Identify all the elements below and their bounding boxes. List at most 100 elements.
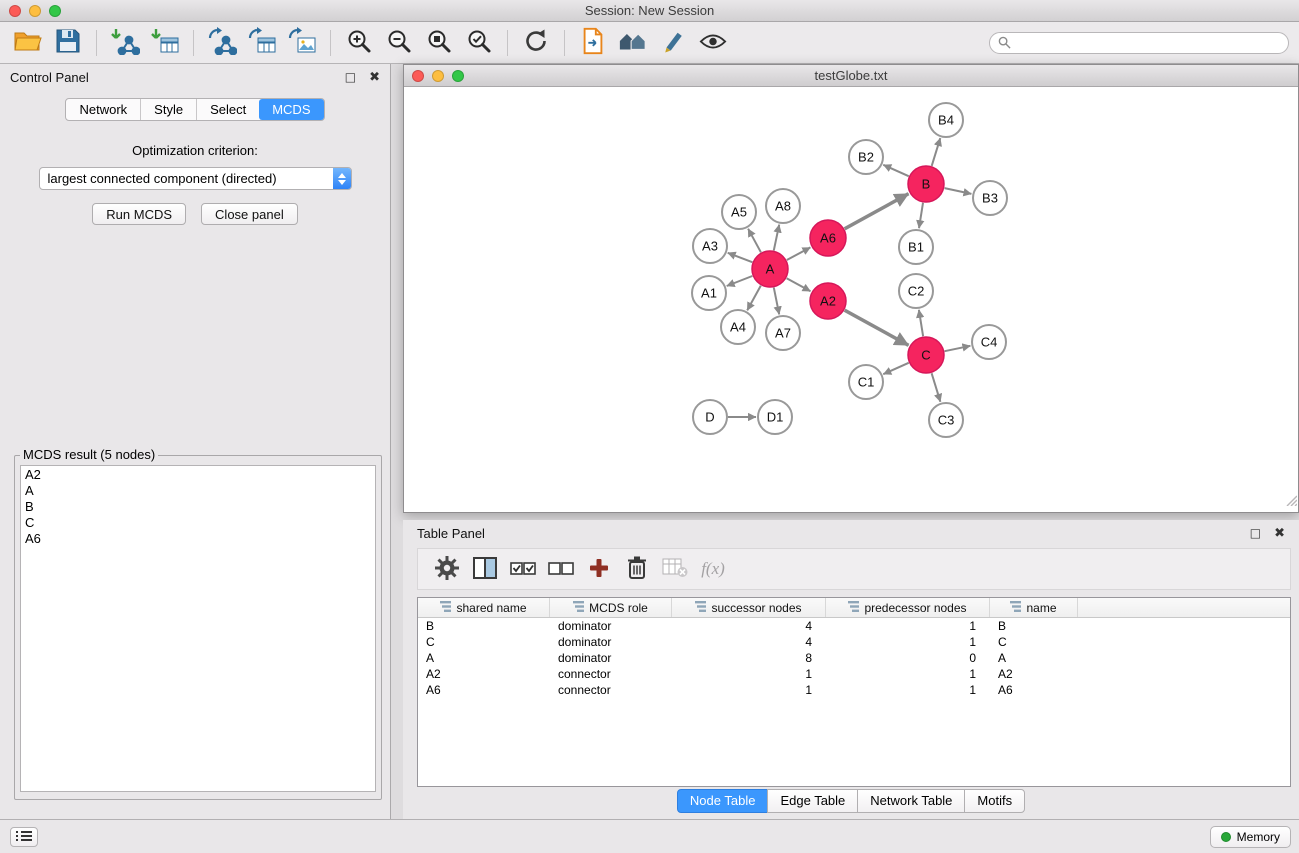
network-canvas[interactable]: B4B2BB3A5A8A6B1A3AC2A1A2A4A7C4CC1C3DD1: [404, 87, 1298, 512]
window-titlebar[interactable]: Session: New Session: [0, 0, 1299, 22]
save-session-button[interactable]: [48, 25, 88, 61]
close-window-button[interactable]: [9, 5, 21, 17]
open-session-button[interactable]: [8, 25, 48, 61]
export-image-button[interactable]: [282, 25, 322, 61]
table-row[interactable]: Bdominator41B: [418, 618, 1290, 634]
graph-edge-B-B1[interactable]: [919, 203, 923, 228]
table-row[interactable]: Adominator80A: [418, 650, 1290, 666]
table-cell: A: [990, 651, 1078, 665]
export-network-button[interactable]: [202, 25, 242, 61]
network-window-titlebar[interactable]: testGlobe.txt: [404, 65, 1298, 87]
table-cell: connector: [550, 667, 672, 681]
zoom-in-button[interactable]: [339, 25, 379, 61]
memory-button[interactable]: Memory: [1210, 826, 1291, 848]
float-panel-icon[interactable]: □: [1250, 527, 1261, 539]
column-header-successor-nodes[interactable]: successor nodes: [672, 598, 826, 617]
run-mcds-button[interactable]: Run MCDS: [92, 203, 186, 225]
show-panel-button[interactable]: [10, 827, 38, 847]
graph-edge-B-B3[interactable]: [945, 188, 972, 194]
mcds-result-item[interactable]: A2: [25, 467, 371, 483]
tab-network[interactable]: Network: [66, 99, 140, 120]
graph-edge-B-B2[interactable]: [883, 165, 908, 176]
import-network-button[interactable]: [105, 25, 145, 61]
annotation-button[interactable]: [653, 25, 693, 61]
graph-edge-A6-B[interactable]: [845, 194, 909, 229]
network-window[interactable]: testGlobe.txt B4B2BB3A5A8A6B1A3AC2A1A2A4…: [403, 64, 1299, 513]
delete-table-button[interactable]: [656, 552, 694, 586]
select-all-rows-button[interactable]: [504, 552, 542, 586]
tab-network-table[interactable]: Network Table: [857, 789, 965, 813]
graph-edge-A-A3[interactable]: [728, 253, 753, 262]
network-zoom-button[interactable]: [452, 70, 464, 82]
graph-edge-C-C2[interactable]: [919, 310, 923, 336]
toolbar-separator: [564, 30, 565, 56]
graph-edge-C-C3[interactable]: [932, 373, 941, 402]
table-row[interactable]: Cdominator41C: [418, 634, 1290, 650]
graph-edge-A-A7[interactable]: [774, 288, 779, 315]
mcds-result-item[interactable]: C: [25, 515, 371, 531]
tab-select[interactable]: Select: [196, 99, 259, 120]
zoom-selected-button[interactable]: [459, 25, 499, 61]
graph-edge-A-A8[interactable]: [774, 225, 779, 251]
network-traffic-lights: [412, 70, 464, 82]
table-row[interactable]: A2connector11A2: [418, 666, 1290, 682]
table-cell: C: [990, 635, 1078, 649]
home-button[interactable]: [613, 25, 653, 61]
snapshot-button[interactable]: [573, 25, 613, 61]
graph-edge-B-B4[interactable]: [932, 138, 941, 166]
graph-edge-A-A2[interactable]: [787, 278, 811, 291]
graph-edge-A-A1[interactable]: [727, 276, 753, 286]
network-minimize-button[interactable]: [432, 70, 444, 82]
tab-motifs[interactable]: Motifs: [964, 789, 1025, 813]
criterion-dropdown[interactable]: largest connected component (directed): [39, 167, 352, 190]
mcds-result-item[interactable]: A: [25, 483, 371, 499]
search-input[interactable]: [989, 32, 1289, 54]
graph-edge-A-A4[interactable]: [747, 286, 761, 311]
graph-edge-A-A6[interactable]: [787, 247, 811, 260]
column-header-shared-name[interactable]: shared name: [418, 598, 550, 617]
zoom-window-button[interactable]: [49, 5, 61, 17]
column-header-mcds-role[interactable]: MCDS role: [550, 598, 672, 617]
mcds-result-item[interactable]: B: [25, 499, 371, 515]
graph-edge-C-C1[interactable]: [883, 363, 908, 374]
close-panel-button[interactable]: Close panel: [201, 203, 298, 225]
graph-edge-A2-C[interactable]: [845, 310, 909, 345]
node-table[interactable]: shared nameMCDS rolesuccessor nodesprede…: [417, 597, 1291, 787]
table-cell: A: [418, 651, 550, 665]
deselect-all-rows-button[interactable]: [542, 552, 580, 586]
graph-edge-A-A5[interactable]: [748, 229, 761, 253]
float-panel-icon[interactable]: □: [345, 71, 356, 83]
network-canvas-svg[interactable]: B4B2BB3A5A8A6B1A3AC2A1A2A4A7C4CC1C3DD1: [404, 87, 1298, 512]
add-column-button[interactable]: [580, 552, 618, 586]
network-close-button[interactable]: [412, 70, 424, 82]
control-panel-tabs: NetworkStyleSelectMCDS: [65, 98, 324, 121]
search-icon: [998, 36, 1011, 54]
graph-edge-C-C4[interactable]: [945, 346, 971, 351]
toggle-columns-button[interactable]: [466, 552, 504, 586]
table-row[interactable]: A6connector11A6: [418, 682, 1290, 698]
resize-grip-icon[interactable]: [1284, 493, 1297, 511]
column-header-name[interactable]: name: [990, 598, 1078, 617]
tab-mcds[interactable]: MCDS: [259, 99, 323, 120]
export-table-button[interactable]: [242, 25, 282, 61]
delete-column-button[interactable]: [618, 552, 656, 586]
zoom-out-button[interactable]: [379, 25, 419, 61]
mcds-result-title: MCDS result (5 nodes): [20, 447, 158, 462]
minimize-window-button[interactable]: [29, 5, 41, 17]
tab-edge-table[interactable]: Edge Table: [767, 789, 858, 813]
memory-status-icon: [1221, 832, 1231, 842]
tab-style[interactable]: Style: [140, 99, 196, 120]
table-settings-button[interactable]: [428, 552, 466, 586]
column-header-predecessor-nodes[interactable]: predecessor nodes: [826, 598, 990, 617]
close-panel-icon[interactable]: ✖: [1274, 527, 1285, 540]
node-table-body: Bdominator41BCdominator41CAdominator80AA…: [418, 618, 1290, 698]
mcds-result-list[interactable]: A2ABCA6: [20, 465, 376, 792]
tab-node-table[interactable]: Node Table: [677, 789, 769, 813]
close-panel-icon[interactable]: ✖: [369, 71, 380, 84]
function-builder-button[interactable]: f(x): [694, 552, 732, 586]
zoom-fit-button[interactable]: [419, 25, 459, 61]
mcds-result-item[interactable]: A6: [25, 531, 371, 547]
show-hide-button[interactable]: [693, 25, 733, 61]
refresh-button[interactable]: [516, 25, 556, 61]
import-table-button[interactable]: [145, 25, 185, 61]
